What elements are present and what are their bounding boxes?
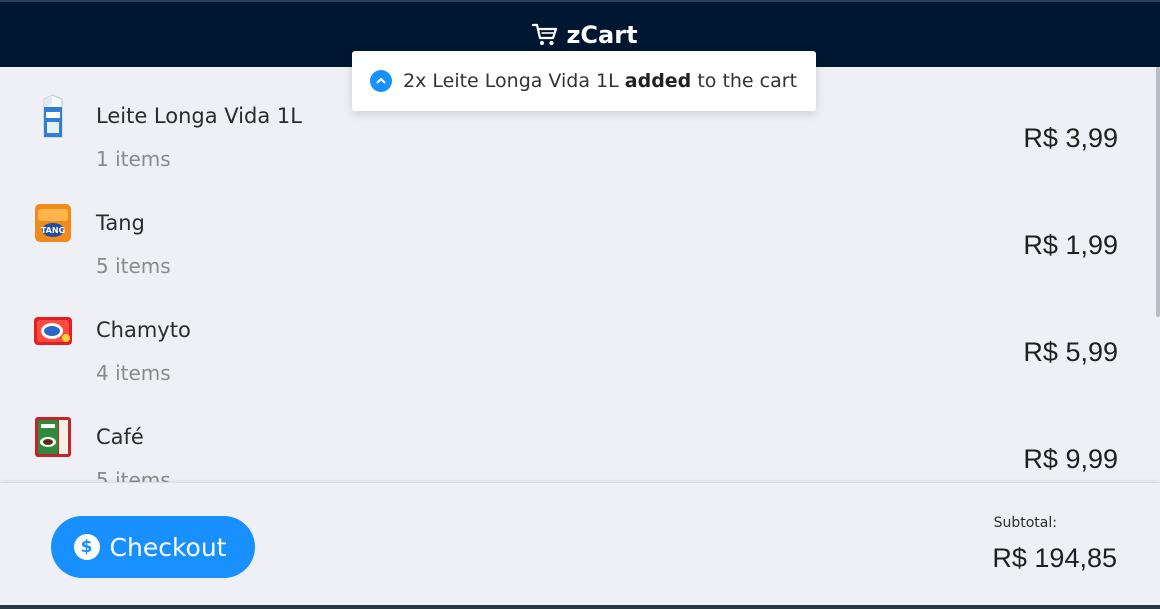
svg-text:TANG: TANG	[41, 226, 65, 235]
item-name: Leite Longa Vida 1L	[96, 104, 302, 128]
item-price: R$ 9,99	[1023, 444, 1118, 474]
item-quantity: 1 items	[96, 147, 171, 171]
cart-footer: $ Checkout Subtotal: R$ 194,85	[0, 482, 1160, 609]
item-name: Chamyto	[96, 318, 191, 342]
scrollbar[interactable]	[1156, 67, 1160, 317]
item-quantity: 5 items	[96, 468, 171, 483]
bottom-edge	[0, 605, 1160, 609]
item-name: Tang	[96, 211, 145, 235]
coffee-pack-icon	[33, 414, 73, 460]
cart-item-list[interactable]: Leite Longa Vida 1L 1 items R$ 3,99 TANG…	[0, 67, 1160, 483]
toast-suffix: to the cart	[697, 70, 798, 92]
checkout-label: Checkout	[109, 532, 227, 562]
brand[interactable]: zCart	[532, 20, 638, 49]
added-to-cart-toast: 2x Leite Longa Vida 1L added to the cart	[352, 51, 816, 111]
toast-product: 2x Leite Longa Vida 1L	[403, 70, 619, 92]
item-name: Café	[96, 425, 144, 449]
cart-icon	[532, 23, 558, 47]
subtotal-label: Subtotal:	[993, 515, 1057, 531]
checkout-button[interactable]: $ Checkout	[51, 516, 255, 578]
item-quantity: 4 items	[96, 361, 171, 385]
cart-item[interactable]: Chamyto 4 items R$ 5,99	[0, 281, 1160, 388]
toast-action: added	[624, 70, 692, 92]
item-price: R$ 5,99	[1023, 337, 1118, 367]
item-price: R$ 1,99	[1023, 230, 1118, 260]
cart-item[interactable]: Café 5 items R$ 9,99	[0, 388, 1160, 483]
milk-carton-icon	[33, 93, 73, 139]
chevron-up-icon	[370, 70, 392, 92]
item-quantity: 5 items	[96, 254, 171, 278]
dollar-icon: $	[73, 534, 100, 560]
toast-message: 2x Leite Longa Vida 1L added to the cart	[403, 70, 797, 92]
cart-app: zCart 2x Leite Longa Vida 1L added to th…	[0, 0, 1160, 609]
yogurt-pack-icon	[33, 307, 73, 353]
cart-item[interactable]: TANG Tang 5 items R$ 1,99	[0, 174, 1160, 281]
item-price: R$ 3,99	[1023, 123, 1118, 153]
app-title: zCart	[566, 20, 638, 49]
subtotal-value: R$ 194,85	[992, 543, 1117, 573]
juice-packet-icon: TANG	[33, 200, 73, 246]
